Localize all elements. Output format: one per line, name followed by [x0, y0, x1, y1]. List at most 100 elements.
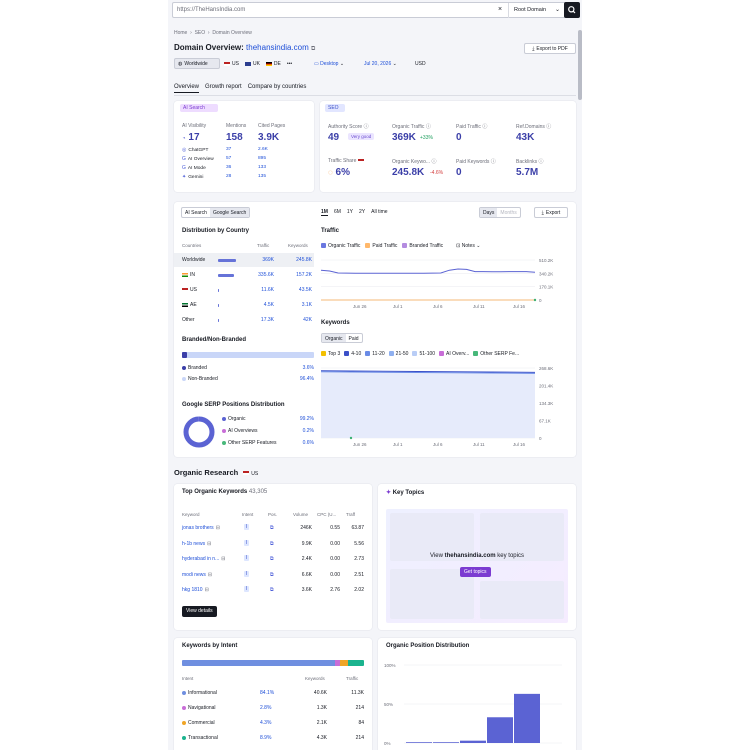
traffic-legend: Organic Traffic Paid Traffic Branded Tra… — [321, 243, 480, 249]
breadcrumb-seo[interactable]: SEO — [195, 30, 206, 36]
serp-features-icon[interactable]: ⧉ — [270, 556, 274, 562]
position-bar[interactable] — [487, 717, 513, 743]
mentions-value[interactable]: 158 — [226, 132, 243, 143]
notes-button[interactable]: ⊡ Notes ⌄ — [456, 243, 480, 249]
country-uk[interactable]: UK — [244, 61, 260, 67]
info-icon[interactable]: ⓘ — [482, 124, 487, 130]
paid-traffic-value[interactable]: 0 — [456, 132, 462, 143]
export-pdf-button[interactable]: ⤓ Export to PDF — [524, 43, 576, 54]
range-tab[interactable]: 2Y — [359, 209, 365, 216]
range-tab[interactable]: All time — [371, 209, 387, 216]
keyword-link[interactable]: modi news ⊟ — [182, 572, 212, 578]
seg-months[interactable]: Months — [497, 208, 519, 217]
seg-paid[interactable]: Paid — [346, 334, 362, 342]
export-button[interactable]: ⤓ Export — [534, 207, 568, 218]
tab-overview[interactable]: Overview — [174, 84, 200, 93]
info-icon[interactable]: ⓘ — [426, 124, 431, 130]
keywords-legend-item[interactable]: 21-50 — [388, 351, 408, 357]
domain-link[interactable]: thehansindia.com — [246, 43, 309, 52]
backlinks-value[interactable]: 5.7M — [516, 167, 538, 178]
info-icon[interactable]: ⓘ — [491, 159, 496, 165]
keywords-legend-item[interactable]: Top 3 — [321, 351, 340, 357]
keywords-legend-item[interactable]: 11-20 — [365, 351, 385, 357]
serp-features-icon[interactable]: ⧉ — [270, 525, 274, 531]
country-de[interactable]: DE — [265, 61, 281, 67]
info-icon[interactable]: ⓘ — [364, 124, 369, 130]
range-tab[interactable]: 1Y — [347, 209, 353, 216]
position-bar[interactable] — [406, 742, 432, 743]
more-countries-button[interactable]: ••• — [287, 61, 292, 67]
topics-preview: View thehansindia.com key topics Get top… — [386, 509, 568, 623]
external-link-icon[interactable]: ⧉ — [311, 46, 315, 52]
serp-icon[interactable]: ⊟ — [221, 556, 225, 562]
chevron-down-icon: ⌄ — [392, 61, 397, 67]
serp-legend-item: AI Overviews 0.2% — [222, 428, 314, 440]
keyword-link[interactable]: hkg 1810 ⊟ — [182, 587, 209, 593]
search-input[interactable]: https://TheHansIndia.com — [177, 7, 245, 13]
seg-google-search[interactable]: Google Search — [209, 208, 250, 217]
position-bar[interactable] — [433, 742, 459, 743]
y-tick-label: 134.3K — [539, 401, 553, 406]
seg-ai-search[interactable]: AI Search — [182, 208, 210, 217]
keyword-link[interactable]: jonas brothers ⊟ — [182, 525, 220, 531]
country-row[interactable]: US 11.6K 43.5K — [174, 283, 314, 297]
range-tab[interactable]: 6M — [334, 209, 341, 216]
scrollbar[interactable] — [578, 30, 582, 100]
info-icon[interactable]: ⓘ — [431, 159, 436, 165]
get-topics-button[interactable]: Get topics — [460, 567, 491, 577]
tab-growth-report[interactable]: Growth report — [205, 84, 242, 93]
authority-value[interactable]: 49 — [328, 132, 339, 143]
breadcrumb-home[interactable]: Home — [174, 30, 187, 36]
country-row[interactable]: Other 17.3K 42K — [174, 313, 314, 327]
de-flag-icon — [265, 61, 272, 66]
seg-days[interactable]: Days — [480, 208, 498, 217]
country-row[interactable]: Worldwide 369K 245.8K — [174, 253, 314, 267]
serp-icon[interactable]: ⊟ — [216, 525, 220, 531]
position-bar[interactable] — [460, 740, 486, 743]
serp-icon[interactable]: ⊟ — [208, 572, 212, 578]
range-tab[interactable]: 1M — [321, 209, 328, 216]
device-select[interactable]: ▭ Desktop ⌄ — [314, 61, 344, 67]
country-row[interactable]: IN 335.6K 157.2K — [174, 268, 314, 282]
keywords-legend-item[interactable]: 51-100 — [412, 351, 435, 357]
position-bar[interactable] — [514, 693, 540, 743]
serp-features-icon[interactable]: ⧉ — [270, 541, 274, 547]
organic-keywords-value[interactable]: 245.8K — [392, 167, 424, 178]
info-icon[interactable]: ⓘ — [539, 159, 544, 165]
ai-engine-list: ◎ ChatGPT 37 2.6K G AI Overview 57 895 G AI Mode 3… — [182, 147, 282, 183]
info-icon[interactable]: ⓘ — [546, 124, 551, 130]
serp-icon[interactable]: ⊟ — [207, 541, 211, 547]
date-select[interactable]: Jul 20, 2026 ⌄ — [364, 61, 397, 67]
serp-features-icon[interactable]: ⧉ — [270, 572, 274, 578]
serp-features-icon[interactable]: ⧉ — [270, 587, 274, 593]
organic-traffic-value[interactable]: 369K — [392, 132, 416, 143]
chevron-down-icon[interactable]: ⌄ — [555, 6, 560, 13]
notes-icon: ⊡ — [456, 243, 461, 249]
clear-icon[interactable]: × — [498, 6, 502, 13]
keywords-by-intent-card: Keywords by Intent Intent Keywords Traff… — [174, 638, 372, 750]
search-button[interactable] — [564, 2, 580, 18]
worldwide-filter[interactable]: ◍ Worldwide — [174, 58, 220, 69]
serp-feature-point — [349, 436, 353, 440]
keyword-link[interactable]: h-1b news ⊟ — [182, 541, 211, 547]
legend-branded-traffic[interactable]: Branded Traffic — [402, 243, 443, 249]
keyword-link[interactable]: hyderabad in n... ⊟ — [182, 556, 225, 562]
uk-flag-icon — [244, 61, 251, 66]
scope-select[interactable]: Root Domain — [514, 7, 546, 13]
country-row[interactable]: AE 4.5K 3.1K — [174, 298, 314, 312]
view-details-button[interactable]: View details — [182, 606, 217, 617]
legend-paid-traffic[interactable]: Paid Traffic — [365, 243, 397, 249]
keywords-legend-item[interactable]: Other SERP Fe... — [473, 351, 519, 357]
ai-visibility-value: ◔ 17 — [182, 132, 200, 143]
intent-badge: I — [244, 570, 250, 577]
tab-compare-by-countries[interactable]: Compare by countries — [248, 84, 307, 93]
cited-pages-value[interactable]: 3.9K — [258, 132, 279, 143]
ref-domains-value[interactable]: 43K — [516, 132, 534, 143]
country-us[interactable]: US — [224, 61, 239, 67]
paid-keywords-value[interactable]: 0 — [456, 167, 462, 178]
keywords-legend-item[interactable]: 4-10 — [344, 351, 361, 357]
legend-organic-traffic[interactable]: Organic Traffic — [321, 243, 360, 249]
seg-organic[interactable]: Organic — [322, 334, 346, 342]
keywords-legend-item[interactable]: AI Overv... — [439, 351, 469, 357]
serp-icon[interactable]: ⊟ — [205, 587, 209, 593]
